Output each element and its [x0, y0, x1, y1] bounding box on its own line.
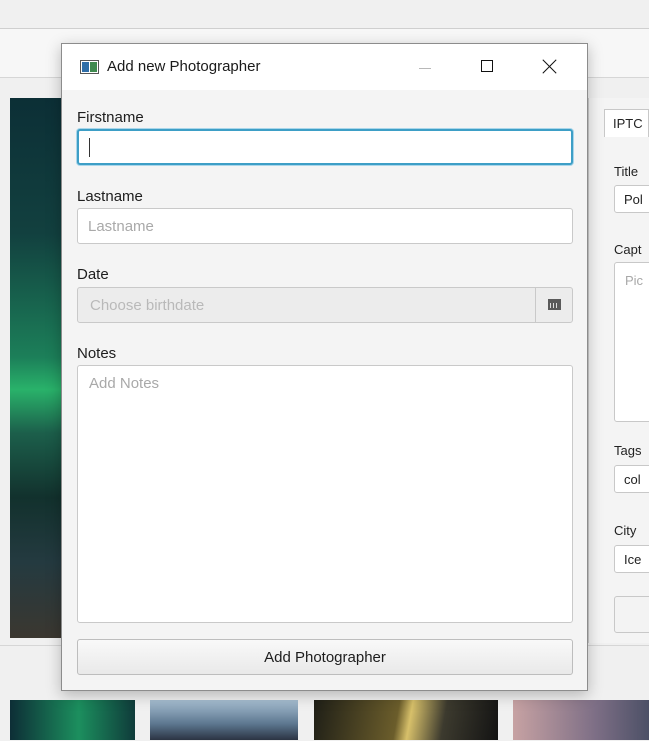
birthdate-picker[interactable]: Choose birthdate — [77, 287, 573, 323]
thumbnail-hiker[interactable] — [150, 700, 298, 740]
minimize-icon[interactable] — [403, 50, 447, 84]
notes-field[interactable] — [77, 365, 573, 623]
lastname-field[interactable] — [77, 208, 573, 244]
calendar-icon — [548, 299, 561, 310]
city-field[interactable]: Ice — [614, 545, 649, 573]
caption-field[interactable]: Pic — [614, 262, 649, 422]
notes-label: Notes — [77, 345, 117, 362]
thumbnail-landscape[interactable] — [314, 700, 498, 740]
tab-iptc[interactable]: IPTC — [604, 109, 649, 137]
calendar-button[interactable] — [536, 288, 572, 322]
tags-label: Tags — [614, 443, 642, 458]
title-field[interactable]: Pol — [614, 185, 649, 213]
tags-field[interactable]: col — [614, 465, 649, 493]
thumbnail-aurora[interactable] — [10, 700, 135, 740]
dialog-title: Add new Photographer — [107, 58, 261, 75]
thumbnail-sunset[interactable] — [513, 700, 649, 740]
save-button[interactable] — [614, 596, 649, 633]
firstname-label: Firstname — [77, 109, 144, 126]
main-photo-preview — [10, 98, 62, 638]
title-label: Title — [614, 164, 639, 179]
date-placeholder: Choose birthdate — [90, 297, 205, 314]
city-label: City — [614, 523, 637, 538]
app-window-icon — [80, 60, 99, 74]
dialog-titlebar[interactable]: Add new Photographer — [62, 44, 587, 90]
add-photographer-button[interactable]: Add Photographer — [77, 639, 573, 675]
close-icon[interactable] — [528, 50, 572, 84]
date-label: Date — [77, 266, 109, 283]
lastname-label: Lastname — [77, 188, 143, 205]
text-caret — [89, 138, 90, 157]
firstname-field[interactable] — [77, 129, 573, 165]
main-window-menubar — [0, 0, 649, 29]
caption-label: Capt — [614, 242, 642, 257]
add-photographer-dialog: Add new Photographer Firstname Lastname … — [61, 43, 588, 691]
maximize-icon[interactable] — [465, 50, 509, 84]
